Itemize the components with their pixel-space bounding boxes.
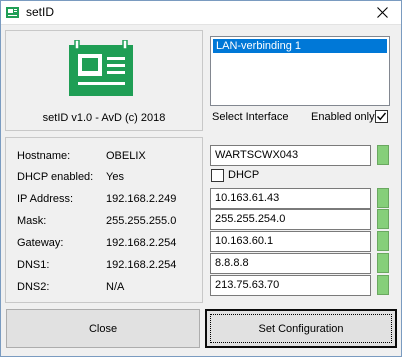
gateway-value: 192.168.2.254 — [106, 237, 177, 249]
dns1-value: 192.168.2.254 — [106, 259, 177, 271]
title-bar: setID — [0, 0, 402, 25]
dns2-label: DNS2: — [17, 281, 50, 293]
select-interface-label: Select Interface — [212, 111, 289, 123]
gateway-label: Gateway: — [17, 237, 64, 249]
close-button[interactable]: Close — [6, 309, 200, 348]
about-panel: setID v1.0 - AvD (c) 2018 — [5, 30, 203, 131]
interface-list[interactable]: LAN-verbinding 1 — [210, 36, 390, 106]
mask-label: Mask: — [17, 215, 47, 227]
dns1-label: DNS1: — [17, 259, 50, 271]
mask-input[interactable]: 255.255.254.0 — [210, 209, 371, 230]
dhcp-label: DHCP — [228, 169, 260, 181]
dns1-input[interactable]: 8.8.8.8 — [210, 253, 371, 274]
current-info-panel: Hostname: OBELIX DHCP enabled: Yes IP Ad… — [5, 137, 203, 303]
mask-status-indicator — [377, 209, 389, 229]
enabled-only-checkbox[interactable] — [375, 110, 388, 123]
ip-address-value: 192.168.2.249 — [106, 193, 177, 205]
set-configuration-button[interactable]: Set Configuration — [205, 309, 397, 348]
dns2-status-indicator — [377, 275, 389, 295]
dns1-status-indicator — [377, 253, 389, 273]
ip-address-status-indicator — [377, 188, 389, 208]
close-window-button[interactable] — [362, 0, 402, 25]
focus-rectangle — [210, 314, 392, 343]
dns2-input[interactable]: 213.75.63.70 — [210, 275, 371, 296]
enabled-only-label: Enabled only — [311, 111, 375, 123]
gateway-status-indicator — [377, 231, 389, 251]
close-icon — [376, 7, 388, 18]
version-text: setID v1.0 - AvD (c) 2018 — [42, 112, 166, 124]
dhcp-checkbox[interactable] — [211, 169, 224, 182]
dns2-value: N/A — [106, 281, 125, 293]
hostname-label: Hostname: — [17, 150, 71, 162]
interface-item-selected[interactable]: LAN-verbinding 1 — [213, 39, 387, 53]
dhcp-enabled-label: DHCP enabled: — [17, 171, 94, 183]
dhcp-enabled-value: Yes — [106, 171, 124, 183]
gateway-input[interactable]: 10.163.60.1 — [210, 231, 371, 252]
window-title: setID — [26, 5, 55, 19]
setid-logo — [69, 40, 133, 96]
mask-value: 255.255.255.0 — [106, 215, 177, 227]
hostname-status-indicator — [377, 145, 389, 165]
hostname-input[interactable]: WARTSCWX043 — [210, 145, 371, 166]
ip-address-input[interactable]: 10.163.61.43 — [210, 188, 371, 209]
checkmark-icon — [377, 112, 387, 121]
ip-address-label: IP Address: — [17, 193, 74, 205]
app-icon — [6, 7, 19, 18]
hostname-value: OBELIX — [106, 150, 146, 162]
